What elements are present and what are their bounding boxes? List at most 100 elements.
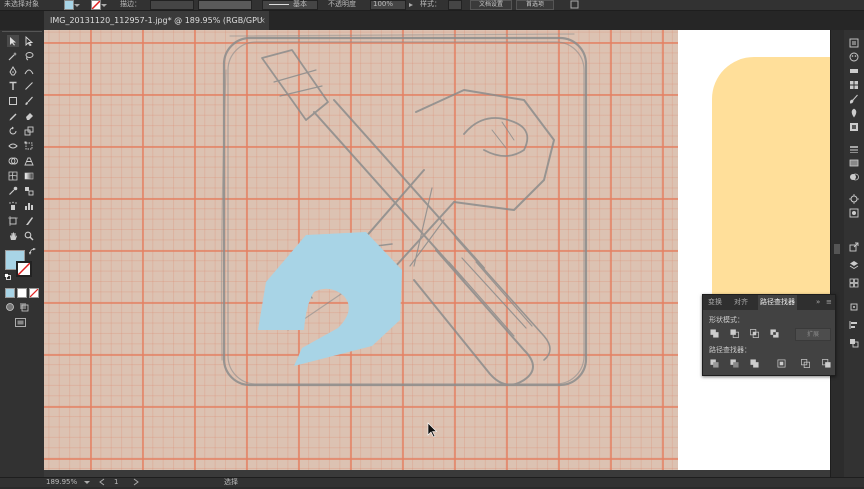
magic-wand-tool-icon[interactable] — [7, 50, 19, 62]
dock-scroll-thumb[interactable] — [834, 244, 840, 254]
tab-pathfinder[interactable]: 路径查找器 — [758, 295, 797, 310]
brushes-icon[interactable] — [848, 94, 860, 104]
color-mode-button[interactable] — [5, 288, 15, 298]
lasso-tool-icon[interactable] — [23, 50, 35, 62]
minus-back-button[interactable] — [821, 358, 831, 368]
preferences-button[interactable]: 首选项 — [516, 0, 554, 10]
variable-width-field[interactable] — [198, 0, 252, 10]
pathfinder-panel-icon[interactable] — [848, 338, 860, 348]
column-graph-tool-icon[interactable] — [23, 200, 35, 212]
color-guide-icon[interactable] — [848, 66, 860, 76]
hand-tool-icon[interactable] — [7, 230, 19, 242]
toolbar-grip[interactable] — [2, 31, 42, 32]
slice-tool-icon[interactable] — [23, 215, 35, 227]
zoom-tool-icon[interactable] — [23, 230, 35, 242]
tab-align[interactable]: 对齐 — [734, 295, 748, 310]
next-artboard-icon[interactable] — [132, 478, 140, 489]
gradient-panel-icon[interactable] — [848, 158, 860, 168]
rectangle-tool-icon[interactable] — [7, 95, 19, 107]
opacity-value: 100% — [373, 0, 394, 8]
gradient-mode-button[interactable] — [17, 288, 27, 298]
paintbrush-tool-icon[interactable] — [23, 95, 35, 107]
control-bar: 未选择对象 描边： 基本 不透明度 100% 样式： 文档设置 首选项 — [0, 0, 864, 11]
artboard-tool-icon[interactable] — [7, 215, 19, 227]
pathfinder-panel-header[interactable]: 变换 对齐 路径查找器 » ≡ — [703, 295, 835, 310]
direct-selection-tool-icon[interactable] — [23, 35, 35, 47]
symbol-sprayer-tool-icon[interactable] — [7, 200, 19, 212]
swap-fill-stroke-icon[interactable] — [28, 247, 37, 256]
close-tab-button[interactable]: × — [259, 11, 266, 30]
color-palette-icon[interactable] — [848, 52, 860, 62]
canvas-area[interactable] — [44, 30, 830, 477]
properties-icon[interactable] — [848, 38, 860, 48]
swatches-icon[interactable] — [848, 80, 860, 90]
horizontal-scrollbar[interactable] — [44, 470, 830, 477]
opacity-arrow-icon[interactable] — [408, 1, 414, 7]
dock-scrollbar[interactable] — [831, 30, 844, 477]
type-tool-icon[interactable] — [7, 80, 19, 92]
previous-artboard-icon[interactable] — [98, 478, 106, 489]
stroke-dropdown-icon[interactable] — [101, 1, 107, 7]
brush-definition-dropdown[interactable]: 基本 — [262, 0, 318, 10]
line-tool-icon[interactable] — [23, 80, 35, 92]
intersect-button[interactable] — [749, 328, 759, 338]
right-panel-dock — [830, 30, 864, 477]
gradient-tool-icon[interactable] — [23, 170, 35, 182]
none-mode-button[interactable] — [29, 288, 39, 298]
drawing-mode-icon[interactable] — [19, 302, 29, 312]
artboards-panel-icon[interactable] — [848, 278, 860, 288]
opacity-field[interactable]: 100% — [370, 0, 406, 10]
width-tool-icon[interactable] — [7, 140, 19, 152]
graphic-styles-icon[interactable] — [848, 122, 860, 132]
pencil-tool-icon[interactable] — [7, 110, 19, 122]
symbols-icon[interactable] — [848, 108, 860, 118]
blend-tool-icon[interactable] — [23, 185, 35, 197]
layers-icon[interactable] — [848, 260, 860, 270]
graphic-style-panel-icon[interactable] — [848, 208, 860, 218]
arrange-documents-icon[interactable] — [570, 0, 579, 9]
graphic-style-swatch[interactable] — [448, 0, 462, 10]
blue-wrench-shape[interactable] — [258, 232, 402, 366]
exclude-button[interactable] — [769, 328, 779, 338]
mesh-tool-icon[interactable] — [7, 170, 19, 182]
appearance-icon[interactable] — [848, 194, 860, 204]
panel-menu-button[interactable]: ≡ — [826, 295, 832, 310]
document-tab[interactable]: IMG_20131120_112957-1.jpg* @ 189.95% (RG… — [44, 11, 269, 44]
align-panel-icon[interactable] — [848, 320, 860, 330]
zoom-dropdown-icon[interactable] — [84, 478, 90, 489]
trim-button[interactable] — [729, 358, 739, 368]
export-icon[interactable] — [848, 242, 860, 252]
stroke-weight-field[interactable] — [150, 0, 194, 10]
pathfinder-panel: 变换 对齐 路径查找器 » ≡ 形状模式： 扩展 路径查找器： — [702, 294, 836, 376]
curvature-tool-icon[interactable] — [23, 65, 35, 77]
fill-dropdown-icon[interactable] — [74, 1, 80, 7]
default-fill-stroke-icon[interactable] — [4, 273, 11, 280]
merge-button[interactable] — [749, 358, 759, 368]
panel-collapse-button[interactable]: » — [816, 295, 820, 310]
selection-tool-icon[interactable] — [7, 35, 19, 47]
divide-button[interactable] — [709, 358, 719, 368]
shape-builder-tool-icon[interactable] — [7, 155, 19, 167]
scale-tool-icon[interactable] — [23, 125, 35, 137]
eyedropper-tool-icon[interactable] — [7, 185, 19, 197]
screen-mode-icon[interactable] — [15, 318, 27, 328]
document-setup-button[interactable]: 文档设置 — [470, 0, 512, 10]
pen-tool-icon[interactable] — [7, 65, 19, 77]
free-transform-tool-icon[interactable] — [23, 140, 35, 152]
eraser-tool-icon[interactable] — [23, 110, 35, 122]
rotate-tool-icon[interactable] — [7, 125, 19, 137]
stroke-proxy-swatch[interactable] — [16, 261, 32, 277]
crop-button[interactable] — [776, 358, 786, 368]
tab-transform[interactable]: 变换 — [708, 295, 722, 310]
transform-panel-icon[interactable] — [848, 302, 860, 312]
draw-normal-icon[interactable] — [5, 302, 15, 312]
stroke-swatch[interactable] — [91, 0, 101, 10]
stroke-panel-icon[interactable] — [848, 144, 860, 154]
transparency-icon[interactable] — [848, 172, 860, 182]
unite-button[interactable] — [709, 328, 719, 338]
fill-swatch[interactable] — [64, 0, 74, 10]
minus-front-button[interactable] — [729, 328, 739, 338]
expand-button[interactable]: 扩展 — [795, 328, 831, 341]
perspective-grid-tool-icon[interactable] — [23, 155, 35, 167]
outline-button[interactable] — [800, 358, 810, 368]
